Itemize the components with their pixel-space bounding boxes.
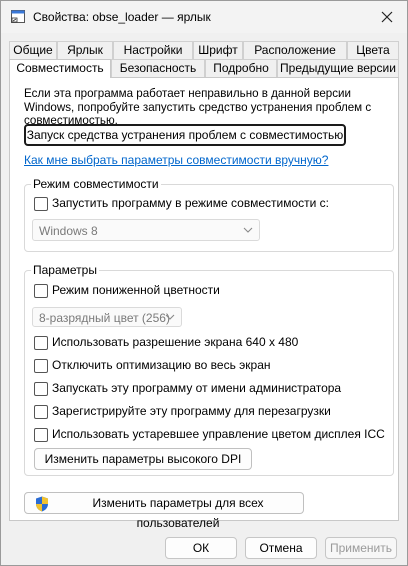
compat-mode-title: Режим совместимости — [31, 177, 161, 191]
tabs-row-back: Общие Ярлык Настройки Шрифт Расположение… — [9, 41, 399, 59]
tab-colors[interactable]: Цвета — [347, 41, 399, 59]
compat-os-select[interactable]: Windows 8 — [32, 219, 260, 241]
chevron-down-icon — [165, 314, 175, 320]
legacy-icc-checkbox[interactable] — [34, 428, 48, 442]
compat-mode-group: Режим совместимости Запустить программу … — [24, 177, 394, 252]
tab-layout[interactable]: Расположение — [243, 41, 347, 59]
compat-mode-checkbox[interactable] — [34, 197, 48, 211]
window-title: Свойства: obse_loader — ярлык — [33, 10, 211, 24]
high-dpi-button[interactable]: Изменить параметры высокого DPI — [34, 448, 252, 470]
resolution-640-checkbox[interactable] — [34, 336, 48, 350]
resolution-640-label: Использовать разрешение экрана 640 x 480 — [52, 335, 299, 349]
compat-mode-checkbox-row[interactable]: Запустить программу в режиме совместимос… — [34, 196, 374, 212]
tabs-row-front: Совместимость Безопасность Подробно Пред… — [9, 59, 399, 78]
reduced-color-row[interactable]: Режим пониженной цветности — [34, 283, 374, 299]
disable-fullscreen-opt-label: Отключить оптимизацию во весь экран — [52, 358, 271, 372]
close-icon[interactable] — [377, 7, 397, 27]
disable-fullscreen-opt-checkbox[interactable] — [34, 359, 48, 373]
tab-options[interactable]: Настройки — [113, 41, 193, 59]
run-as-admin-label: Запускать эту программу от имени админис… — [52, 381, 342, 395]
tab-font[interactable]: Шрифт — [193, 41, 243, 59]
uac-shield-icon — [36, 496, 48, 512]
apply-button[interactable]: Применить — [325, 537, 397, 559]
troubleshooter-button[interactable]: Запуск средства устранения проблем с сов… — [24, 124, 346, 146]
cancel-button[interactable]: Отмена — [245, 537, 317, 559]
settings-title: Параметры — [31, 263, 99, 277]
tab-compatibility[interactable]: Совместимость — [9, 59, 111, 78]
register-restart-label: Зарегистрируйте эту программу для переза… — [52, 404, 331, 418]
run-as-admin-checkbox[interactable] — [34, 382, 48, 396]
chevron-down-icon — [243, 227, 253, 233]
reduced-color-label: Режим пониженной цветности — [52, 283, 220, 297]
intro-text: Если эта программа работает неправильно … — [24, 87, 372, 127]
legacy-icc-row[interactable]: Использовать устаревшее управление цвето… — [34, 427, 385, 443]
all-users-button-label: Изменить параметры для всех пользователе… — [92, 496, 264, 530]
shortcut-app-icon — [11, 10, 25, 23]
title-bar: Свойства: obse_loader — ярлык — [1, 1, 407, 33]
properties-window: Свойства: obse_loader — ярлык Общие Ярлы… — [0, 0, 408, 566]
register-restart-checkbox[interactable] — [34, 405, 48, 419]
color-depth-value: 8-разрядный цвет (256) — [39, 311, 170, 325]
tab-previous-versions[interactable]: Предыдущие версии — [277, 59, 399, 77]
tab-security[interactable]: Безопасность — [111, 59, 205, 77]
ok-button[interactable]: ОК — [165, 537, 237, 559]
tab-shortcut[interactable]: Ярлык — [57, 41, 113, 59]
reduced-color-checkbox[interactable] — [34, 284, 48, 298]
all-users-button[interactable]: Изменить параметры для всех пользователе… — [24, 492, 304, 530]
compatibility-panel: Если эта программа работает неправильно … — [9, 77, 399, 530]
color-depth-select[interactable]: 8-разрядный цвет (256) — [32, 307, 182, 327]
compat-mode-label: Запустить программу в режиме совместимос… — [52, 196, 329, 210]
compat-os-value: Windows 8 — [39, 224, 98, 238]
resolution-640-row[interactable]: Использовать разрешение экрана 640 x 480 — [34, 335, 374, 351]
legacy-icc-label: Использовать устаревшее управление цвето… — [52, 427, 385, 441]
tab-general[interactable]: Общие — [9, 41, 57, 59]
manual-settings-link[interactable]: Как мне выбрать параметры совместимости … — [24, 153, 328, 167]
disable-fullscreen-opt-row[interactable]: Отключить оптимизацию во весь экран — [34, 358, 374, 374]
run-as-admin-row[interactable]: Запускать эту программу от имени админис… — [34, 381, 374, 397]
tab-details[interactable]: Подробно — [205, 59, 277, 77]
settings-group: Параметры Режим пониженной цветности 8-р… — [24, 263, 394, 476]
register-restart-row[interactable]: Зарегистрируйте эту программу для переза… — [34, 404, 374, 420]
